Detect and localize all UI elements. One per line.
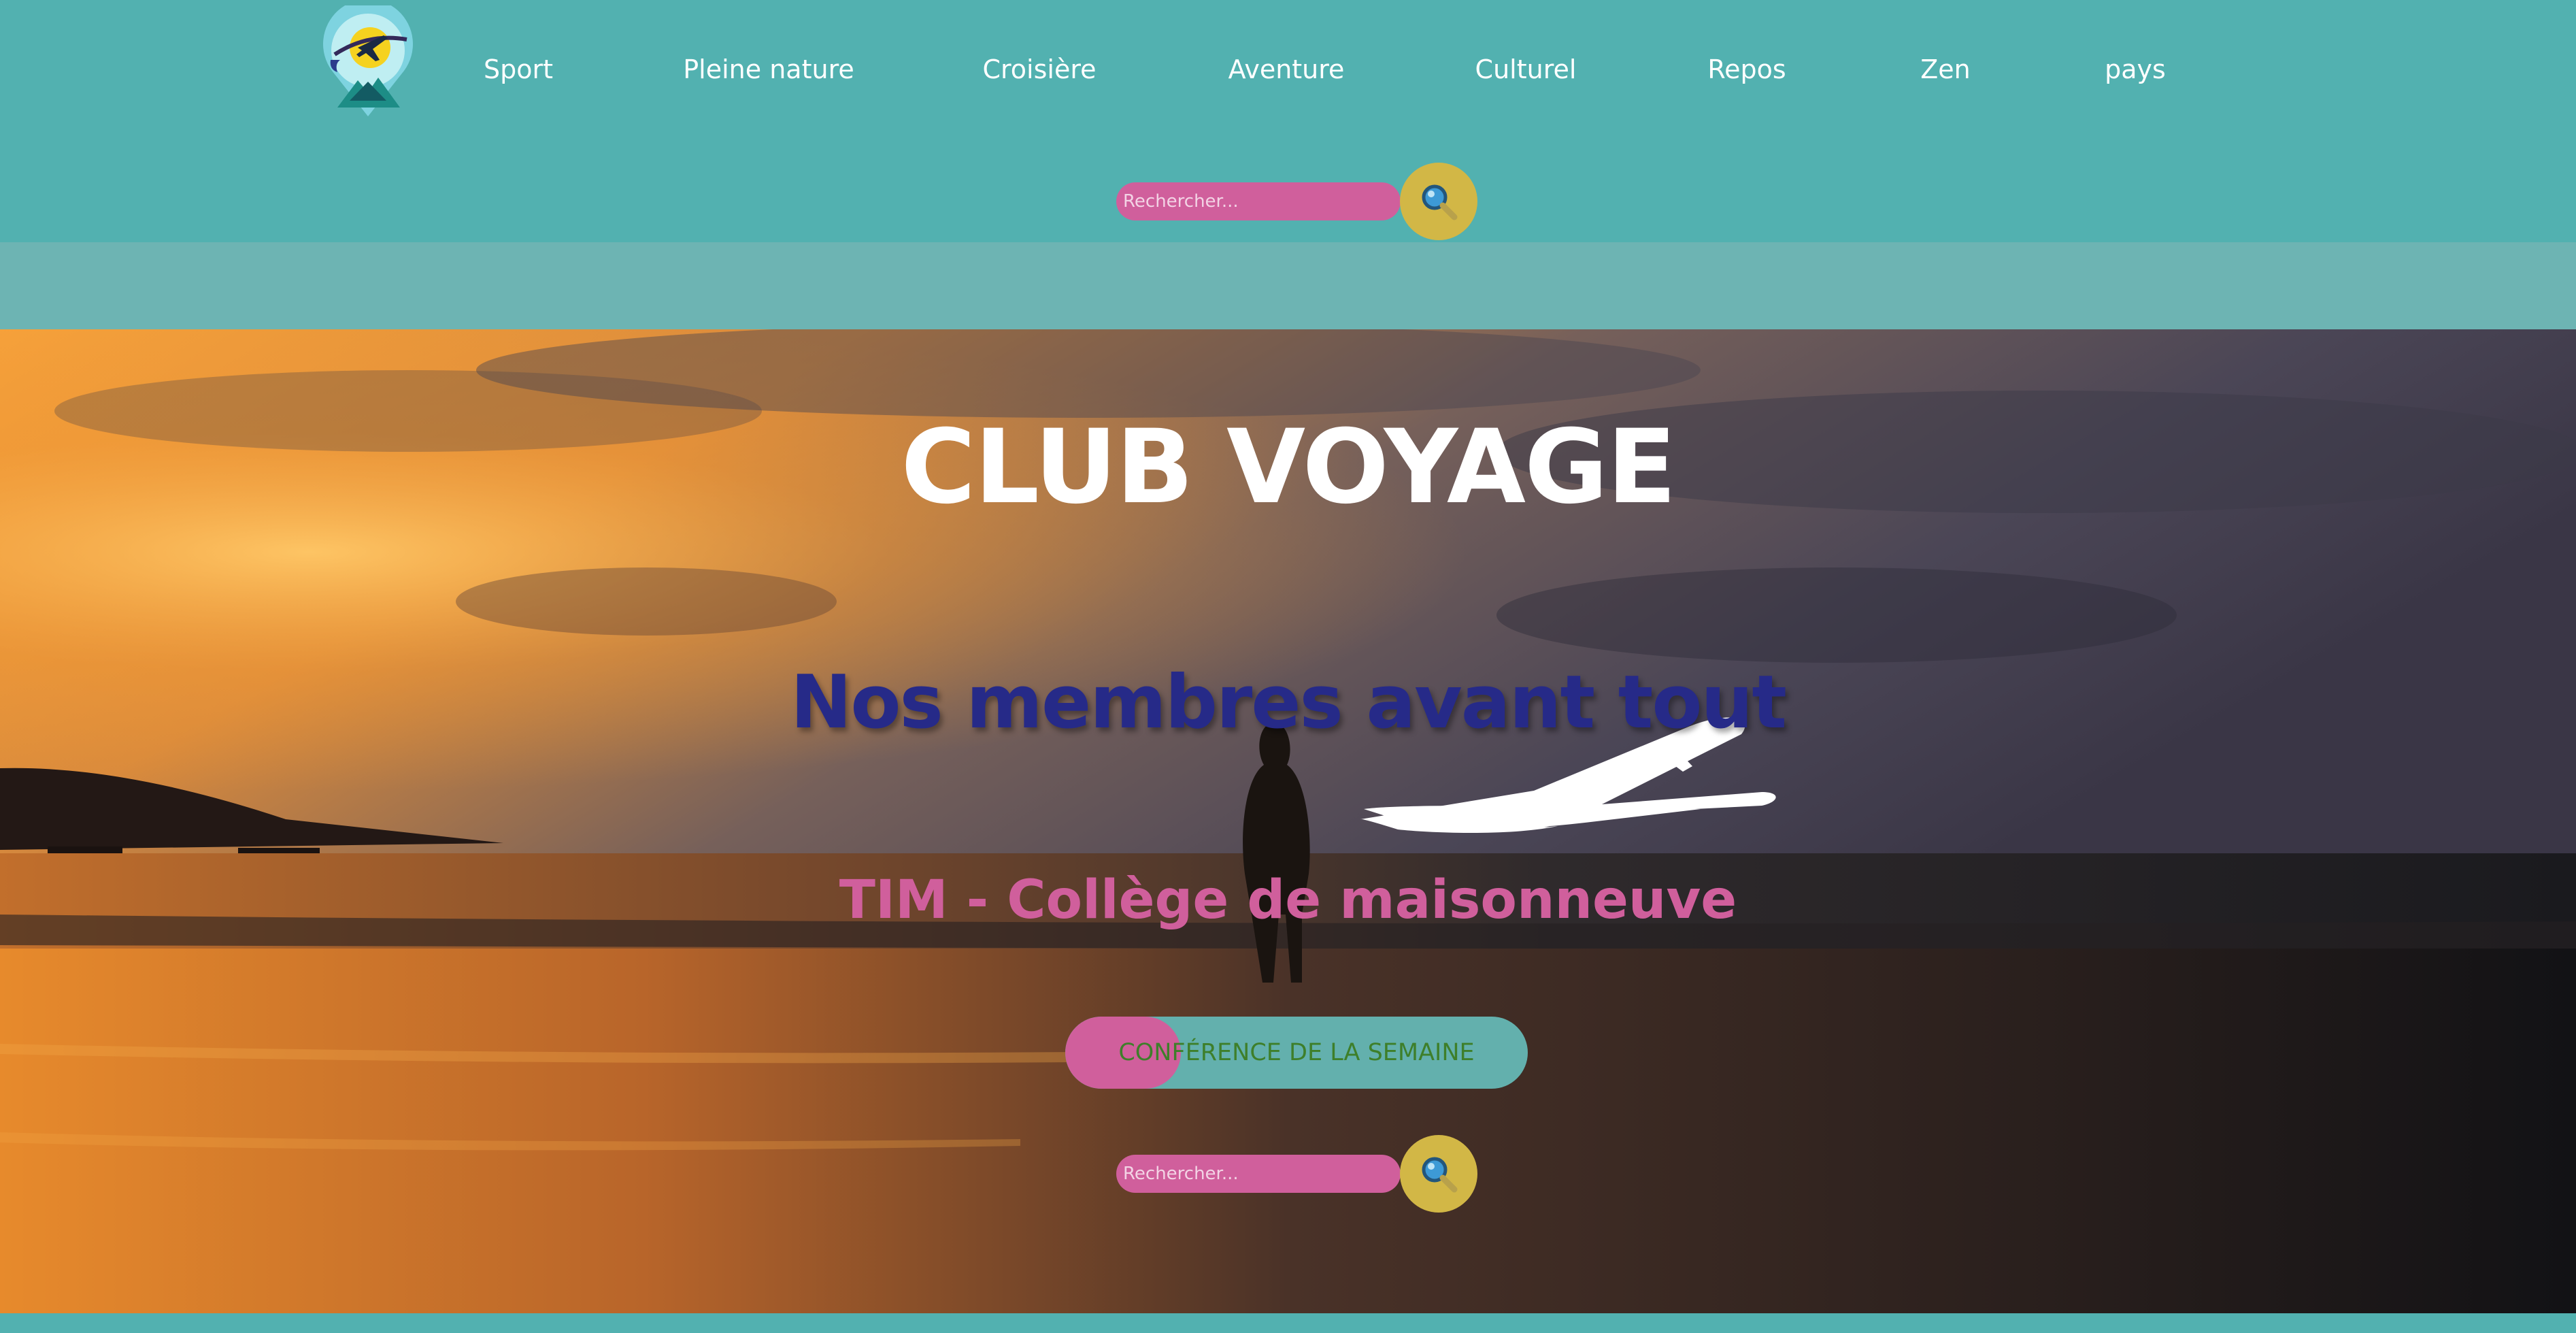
nav-aventure[interactable]: Aventure — [1228, 49, 1345, 90]
search-button-top[interactable] — [1400, 163, 1477, 240]
header-band — [0, 242, 2576, 329]
conference-button[interactable]: CONFÉRENCE DE LA SEMAINE — [1065, 1017, 1528, 1089]
search-input-top[interactable] — [1116, 182, 1401, 220]
nav-sport[interactable]: Sport — [484, 49, 553, 90]
search-input-hero[interactable] — [1116, 1155, 1401, 1193]
hero-section: CLUB VOYAGE Nos membres avant tout TIM -… — [0, 329, 2576, 1313]
magnifier-icon — [1422, 1157, 1458, 1193]
magnifier-icon — [1422, 184, 1458, 220]
nav-repos[interactable]: Repos — [1707, 49, 1786, 90]
logo-icon[interactable] — [317, 0, 419, 118]
nav-croisiere[interactable]: Croisière — [982, 49, 1096, 90]
conference-button-label: CONFÉRENCE DE LA SEMAINE — [1118, 1039, 1475, 1066]
footer-strip — [0, 1313, 2576, 1333]
site-title: CLUB VOYAGE — [901, 408, 1676, 527]
site-header: Sport Pleine nature Croisière Aventure C… — [0, 0, 2576, 242]
nav-pleine-nature[interactable]: Pleine nature — [683, 49, 854, 90]
nav-pays[interactable]: pays — [2105, 49, 2166, 90]
hero-slogan: Nos membres avant tout — [790, 660, 1787, 745]
search-bar-hero — [1116, 1135, 1477, 1213]
search-button-hero[interactable] — [1400, 1135, 1477, 1213]
hero-college: TIM - Collège de maisonneuve — [839, 870, 1737, 931]
search-bar-top — [1116, 163, 1477, 240]
nav-culturel[interactable]: Culturel — [1475, 49, 1577, 90]
nav-zen[interactable]: Zen — [1920, 49, 1971, 90]
